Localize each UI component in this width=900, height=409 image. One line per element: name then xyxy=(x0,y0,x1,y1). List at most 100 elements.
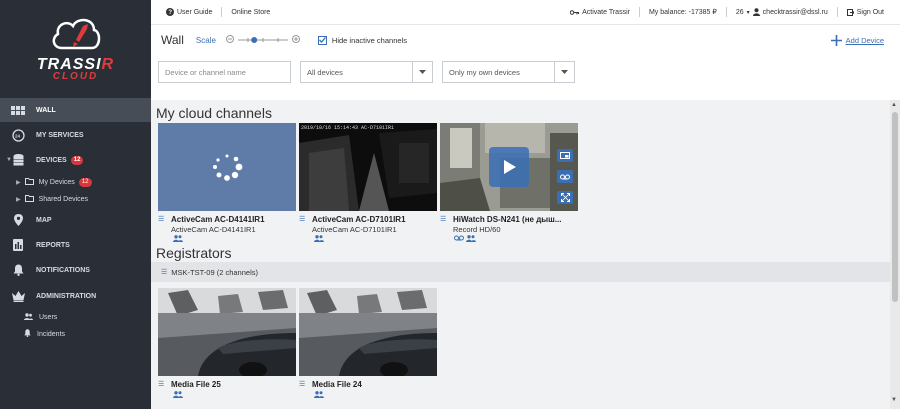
zoom-in-icon[interactable] xyxy=(291,35,300,45)
plus-icon xyxy=(830,34,842,46)
sidebar-item-reports[interactable]: REPORTS xyxy=(0,233,151,257)
owner-select[interactable]: Only my own devices xyxy=(442,61,575,83)
activate-trassir-link[interactable]: Activate Trassir xyxy=(570,9,630,16)
archive-button[interactable] xyxy=(557,170,573,183)
shared-users-icon xyxy=(466,235,476,242)
help-icon: ? xyxy=(166,8,174,16)
list-icon[interactable]: ☰ xyxy=(299,215,305,223)
channel-title[interactable]: Media File 25 xyxy=(171,380,221,389)
list-icon[interactable]: ☰ xyxy=(158,380,164,388)
channel-tile[interactable] xyxy=(440,123,578,211)
expand-icon xyxy=(560,193,570,202)
list-icon[interactable]: ☰ xyxy=(440,215,446,223)
balance-link[interactable]: My balance: -17385 ₽ xyxy=(649,8,717,16)
loading-spinner-icon xyxy=(213,154,243,181)
sidebar-item-label: My Devices xyxy=(38,178,75,186)
search-input[interactable]: Device or channel name xyxy=(158,61,291,83)
registrator-name: MSK-TST-09 (2 channels) xyxy=(171,267,258,277)
devices-select[interactable]: All devices xyxy=(300,61,433,83)
bell-small-icon xyxy=(24,329,31,339)
page-title: Wall xyxy=(161,33,184,47)
registrator-row[interactable]: ☰ MSK-TST-09 (2 channels) xyxy=(151,262,890,282)
report-icon xyxy=(0,239,36,251)
shared-users-icon xyxy=(173,235,183,244)
scroll-thumb[interactable] xyxy=(892,112,898,302)
svg-text:?: ? xyxy=(168,10,172,16)
chevron-down-icon xyxy=(412,62,432,82)
list-icon: ☰ xyxy=(161,269,168,276)
online-store-link[interactable]: Online Store xyxy=(231,9,270,16)
tape-icon xyxy=(560,174,570,179)
shared-users-icon xyxy=(314,391,324,400)
pip-button[interactable] xyxy=(557,149,573,162)
channel-title[interactable]: HiWatch DS-N241 (не дыш... xyxy=(453,215,561,224)
sidebar-item-label: ADMINISTRATION xyxy=(36,292,97,300)
channel-title[interactable]: ActiveCam AC-D4141IR1 xyxy=(171,215,265,224)
trassir-logo[interactable]: TRASSIR CLOUD xyxy=(0,0,151,96)
chevron-down-icon: ▾ xyxy=(746,9,750,16)
sidebar-item-administration[interactable]: ADMINISTRATION xyxy=(0,284,151,308)
channel-tile[interactable]: 2019/10/16 15:14:43 AC-D7101IR1 xyxy=(299,123,437,211)
scale-slider-knob xyxy=(251,37,258,43)
channel-title[interactable]: ActiveCam AC-D7101IR1 xyxy=(312,215,406,224)
fullscreen-button[interactable] xyxy=(557,191,573,204)
divider xyxy=(638,7,640,17)
sidebar-item-my-devices[interactable]: ▶ My Devices 12 xyxy=(0,174,151,190)
channel-tile[interactable] xyxy=(158,123,296,211)
chevron-right-icon: ▶ xyxy=(16,179,21,186)
devices-count-badge: 12 xyxy=(70,155,84,165)
account-menu[interactable]: 26 ▾ checktrassir@dssl.ru xyxy=(736,8,828,16)
add-device-button[interactable]: Add Device xyxy=(830,34,884,46)
sidebar-item-users[interactable]: Users xyxy=(0,309,151,325)
sidebar: TRASSIR CLOUD WALL 24 MY SERVICES ▼ DEVI… xyxy=(0,0,151,409)
divider xyxy=(725,7,727,17)
scroll-up-icon[interactable]: ▲ xyxy=(891,102,897,108)
sidebar-item-label: DEVICES xyxy=(36,156,67,164)
shared-users-icon xyxy=(314,235,324,244)
play-button[interactable] xyxy=(489,147,529,187)
channel-subtitle: ActiveCam AC-D4141IR1 xyxy=(171,225,256,234)
cloud-rocket-logo-icon xyxy=(52,18,101,50)
chevron-down-icon: ▼ xyxy=(6,157,12,163)
channel-tile[interactable] xyxy=(299,288,437,376)
sidebar-item-devices[interactable]: ▼ DEVICES 12 xyxy=(0,148,151,172)
camera-frame-image xyxy=(299,123,437,211)
sidebar-item-shared-devices[interactable]: ▶ Shared Devices xyxy=(0,191,151,207)
sidebar-item-services[interactable]: 24 MY SERVICES xyxy=(0,123,151,147)
channel-status-icons xyxy=(454,235,476,242)
sidebar-item-label: Users xyxy=(39,313,58,321)
play-icon xyxy=(504,160,516,174)
sidebar-item-map[interactable]: MAP xyxy=(0,208,151,232)
scale-slider[interactable] xyxy=(237,36,288,44)
crown-icon xyxy=(0,290,36,302)
camera-frame-image xyxy=(299,288,437,376)
list-icon[interactable]: ☰ xyxy=(158,215,164,223)
hide-inactive-checkbox[interactable] xyxy=(317,35,327,45)
channel-title[interactable]: Media File 24 xyxy=(312,380,362,389)
users-icon xyxy=(24,312,33,322)
folder-icon xyxy=(24,177,34,187)
hide-inactive-label: Hide inactive channels xyxy=(331,35,407,45)
scrollbar[interactable]: ▲ ▼ xyxy=(890,100,900,409)
sidebar-item-notifications[interactable]: NOTIFICATIONS xyxy=(0,258,151,282)
shared-users-icon xyxy=(173,391,183,400)
sidebar-item-incidents[interactable]: Incidents xyxy=(0,326,151,342)
divider xyxy=(221,7,223,17)
folder-icon xyxy=(24,194,34,204)
sidebar-item-wall[interactable]: WALL xyxy=(0,98,151,122)
scroll-down-icon[interactable]: ▼ xyxy=(891,397,897,403)
sidebar-item-label: MY SERVICES xyxy=(36,131,84,139)
channel-tile[interactable] xyxy=(158,288,296,376)
scale-label: Scale xyxy=(195,35,216,45)
channel-subtitle: ActiveCam AC-D7101IR1 xyxy=(312,225,397,234)
sidebar-item-label: REPORTS xyxy=(36,241,70,249)
user-guide-link[interactable]: ? User Guide xyxy=(166,8,212,16)
list-icon[interactable]: ☰ xyxy=(299,380,305,388)
sidebar-item-label: Incidents xyxy=(37,330,66,338)
account-email: checktrassir@dssl.ru xyxy=(762,8,828,16)
sign-out-link[interactable]: Sign Out xyxy=(846,8,884,16)
picture-in-picture-icon xyxy=(560,152,570,159)
zoom-out-icon[interactable] xyxy=(225,35,234,45)
camera-frame-image xyxy=(158,288,296,376)
wall-content: My cloud channels ☰ ActiveCam AC-D4141IR… xyxy=(151,100,890,409)
